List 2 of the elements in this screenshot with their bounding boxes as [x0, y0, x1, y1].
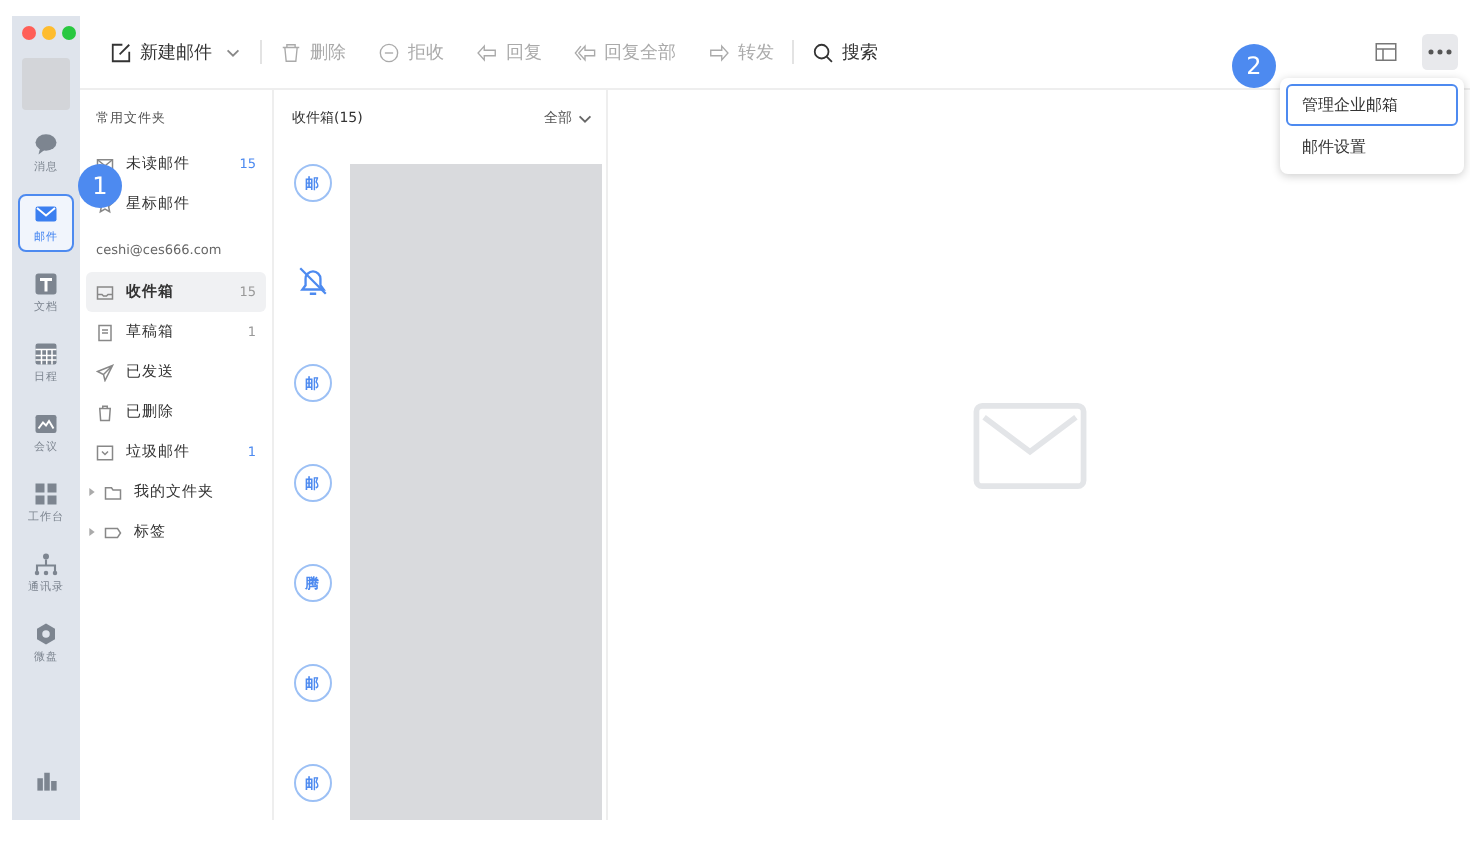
step-tooltip: 1 [78, 164, 122, 208]
step-tooltip: 2 [1232, 44, 1276, 88]
